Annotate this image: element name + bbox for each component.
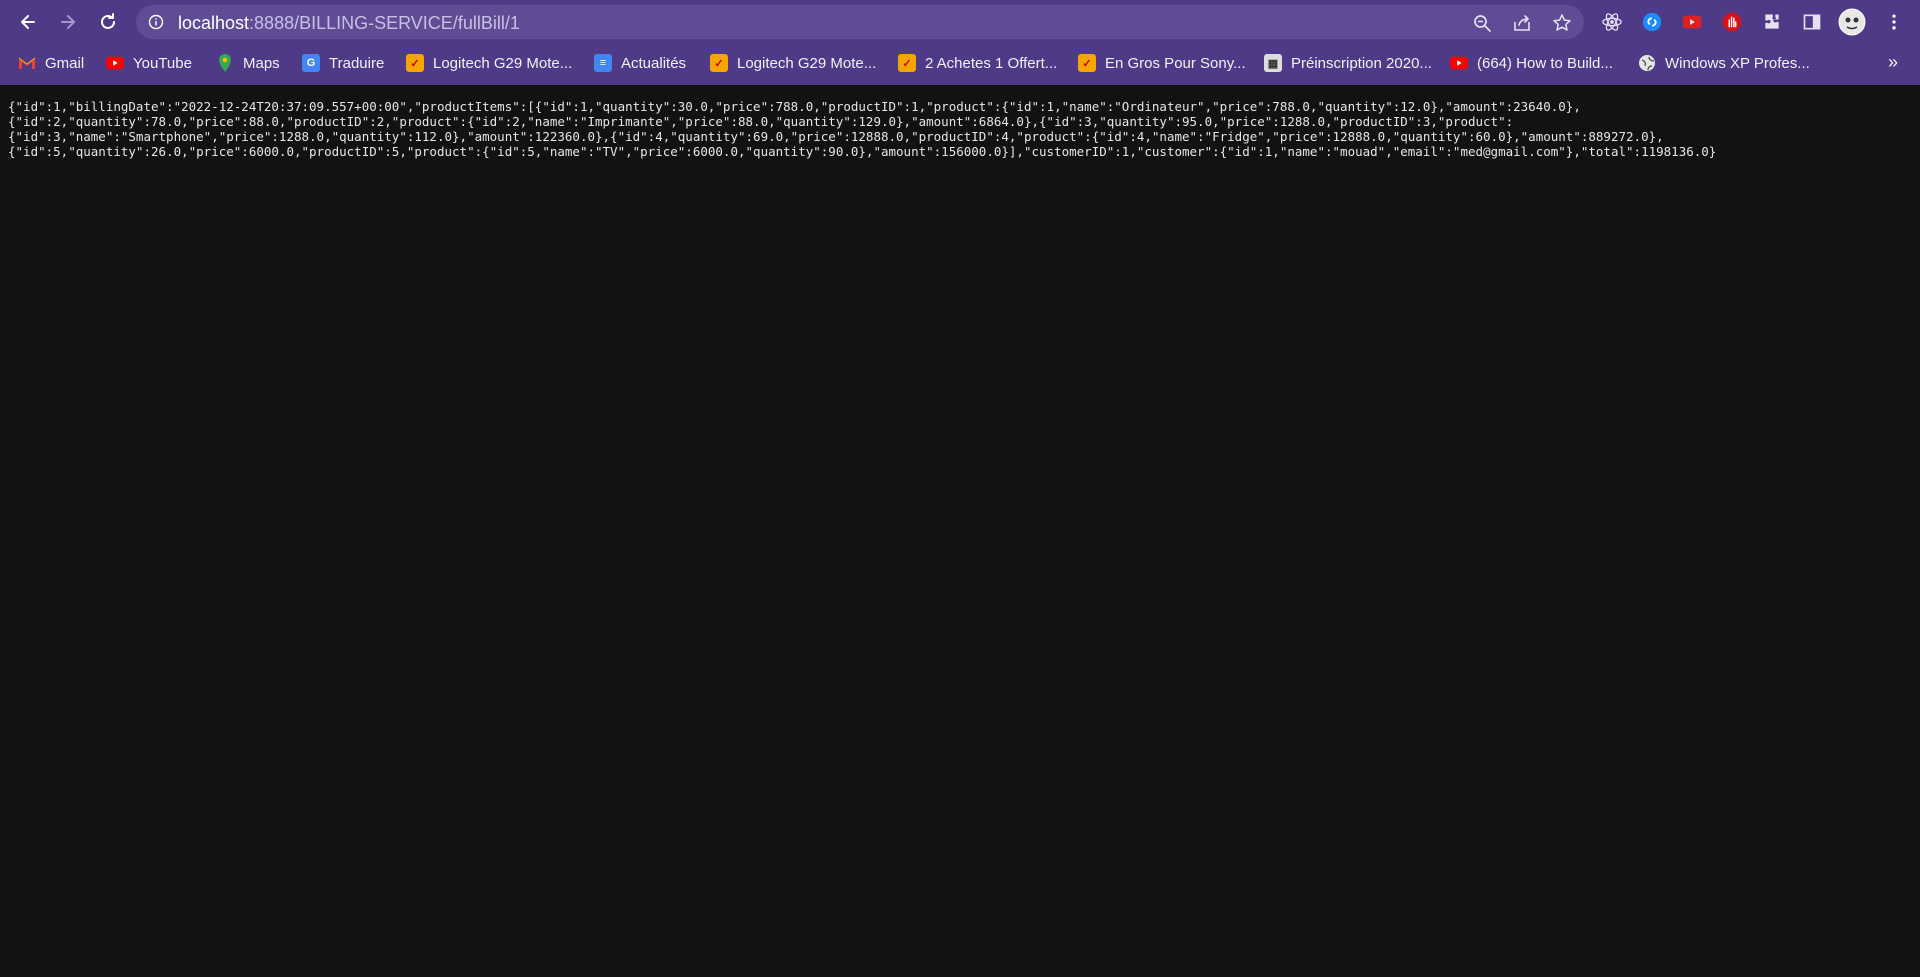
- bookmark-label: 2 Achetes 1 Offert...: [925, 54, 1058, 72]
- star-icon[interactable]: [1552, 13, 1572, 33]
- forward-button[interactable]: [52, 6, 84, 38]
- bookmark-translate[interactable]: G Traduire: [302, 50, 384, 76]
- arrow-left-icon: [21, 15, 35, 29]
- bookmark-label: En Gros Pour Sony...: [1105, 54, 1246, 72]
- json-line: {"id":3,"name":"Smartphone","price":1288…: [8, 129, 1664, 144]
- bookmark-logitech-1[interactable]: ✓ Logitech G29 Mote...: [406, 50, 572, 76]
- address-bar[interactable]: localhost:8888/BILLING-SERVICE/fullBill/…: [136, 5, 1584, 39]
- extensions-puzzle-icon[interactable]: [1760, 10, 1784, 34]
- bookmark-label: Gmail: [45, 54, 85, 72]
- bookmark-label: Préinscription 2020...: [1291, 54, 1432, 72]
- news-icon: ≡: [594, 54, 612, 72]
- bookmark-label: (664) How to Build...: [1477, 54, 1613, 72]
- url-host: localhost: [178, 13, 250, 33]
- store-icon: ✓: [1078, 54, 1096, 72]
- bookmark-label: Maps: [243, 54, 280, 72]
- bookmark-maps[interactable]: Maps: [216, 50, 280, 76]
- bookmark-label: Logitech G29 Mote...: [433, 54, 573, 72]
- bookmark-preinscription[interactable]: ▦ Préinscription 2020...: [1264, 50, 1432, 76]
- youtube-icon: [106, 54, 124, 72]
- bookmark-label: YouTube: [133, 54, 192, 72]
- info-icon[interactable]: [148, 14, 164, 30]
- more-bookmarks-icon[interactable]: »: [1888, 52, 1898, 73]
- profile-avatar[interactable]: [1838, 8, 1866, 36]
- bookmark-youtube[interactable]: YouTube: [106, 50, 192, 76]
- globe-icon: [1638, 54, 1656, 72]
- bookmark-label: Logitech G29 Mote...: [737, 54, 877, 72]
- translate-icon: G: [302, 54, 320, 72]
- store-icon: ✓: [898, 54, 916, 72]
- youtube-extension-icon[interactable]: [1680, 10, 1704, 34]
- share-icon[interactable]: [1512, 13, 1532, 33]
- bookmark-achetes[interactable]: ✓ 2 Achetes 1 Offert...: [898, 50, 1057, 76]
- reload-icon: [101, 13, 115, 29]
- browser-chrome: localhost:8888/BILLING-SERVICE/fullBill/…: [0, 0, 1920, 85]
- side-panel-icon[interactable]: [1800, 10, 1824, 34]
- bookmarks-bar: Gmail YouTube Maps G Traduire ✓ Logitech…: [0, 46, 1920, 80]
- gmail-icon: [18, 54, 36, 72]
- json-line: {"id":5,"quantity":26.0,"price":6000.0,"…: [8, 144, 1717, 159]
- bookmark-label: Windows XP Profes...: [1665, 54, 1810, 72]
- maps-icon: [216, 54, 234, 72]
- page-content: {"id":1,"billingDate":"2022-12-24T20:37:…: [0, 85, 1920, 977]
- bookmark-windows-xp[interactable]: Windows XP Profes...: [1638, 50, 1810, 76]
- bookmark-label: Actualités: [621, 54, 687, 72]
- bookmark-en-gros[interactable]: ✓ En Gros Pour Sony...: [1078, 50, 1246, 76]
- arrow-right-icon: [61, 15, 75, 29]
- adblock-icon[interactable]: [1720, 10, 1744, 34]
- bookmark-how-to-build[interactable]: (664) How to Build...: [1450, 50, 1613, 76]
- bookmark-gmail[interactable]: Gmail: [18, 50, 84, 76]
- json-line: {"id":1,"billingDate":"2022-12-24T20:37:…: [8, 99, 1581, 114]
- bookmark-logitech-2[interactable]: ✓ Logitech G29 Mote...: [710, 50, 876, 76]
- json-line: {"id":2,"quantity":78.0,"price":88.0,"pr…: [8, 114, 1514, 129]
- store-icon: ✓: [406, 54, 424, 72]
- shazam-icon[interactable]: [1640, 10, 1664, 34]
- youtube-icon: [1450, 54, 1468, 72]
- react-devtools-icon[interactable]: [1600, 10, 1624, 34]
- menu-kebab-icon[interactable]: [1882, 10, 1906, 34]
- store-icon: ✓: [710, 54, 728, 72]
- bookmark-label: Traduire: [329, 54, 385, 72]
- bookmark-actualites[interactable]: ≡ Actualités: [594, 50, 686, 76]
- zoom-icon[interactable]: [1472, 13, 1492, 33]
- url-path: :8888/BILLING-SERVICE/fullBill/1: [249, 13, 520, 33]
- reload-button[interactable]: [92, 6, 124, 38]
- university-icon: ▦: [1264, 54, 1282, 72]
- browser-toolbar: localhost:8888/BILLING-SERVICE/fullBill/…: [0, 0, 1920, 44]
- url-text[interactable]: localhost:8888/BILLING-SERVICE/fullBill/…: [178, 13, 520, 34]
- json-response: {"id":1,"billingDate":"2022-12-24T20:37:…: [8, 99, 1908, 159]
- back-button[interactable]: [12, 6, 44, 38]
